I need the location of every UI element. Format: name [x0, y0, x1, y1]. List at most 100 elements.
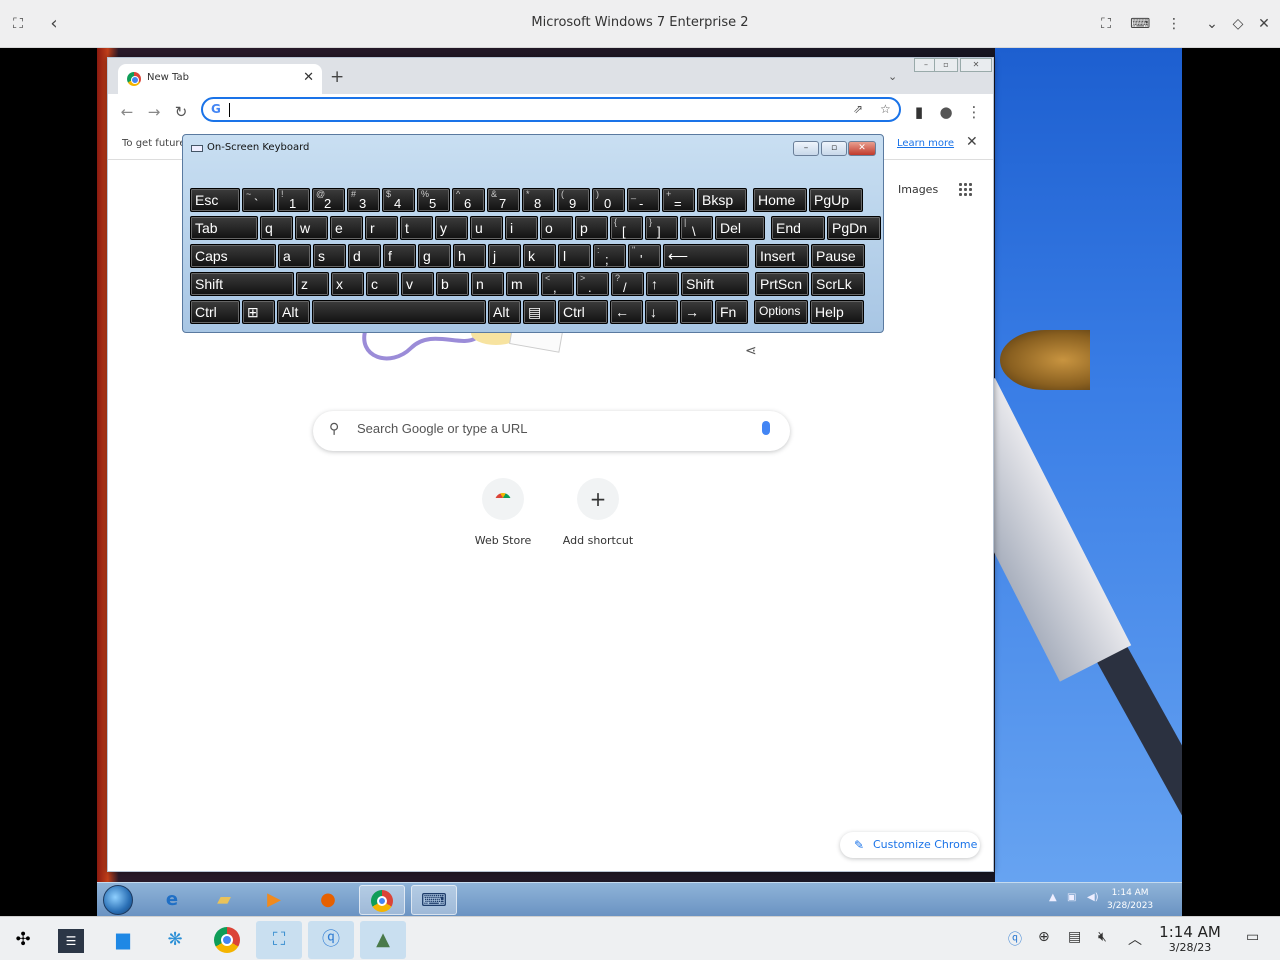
osk-key-x[interactable]: x — [331, 272, 364, 296]
osk-key-sym2-11[interactable]: " ' — [628, 244, 661, 268]
osk-minimize-button[interactable]: – — [793, 141, 819, 156]
ie-icon[interactable]: e — [149, 885, 195, 915]
firefox-icon[interactable]: ● — [305, 885, 351, 915]
osk-key-esc[interactable]: Esc — [190, 188, 240, 212]
osk-key-s[interactable]: s — [313, 244, 346, 268]
osk-key-ctrl[interactable]: Ctrl — [190, 300, 240, 324]
network-icon[interactable]: ▣ — [1067, 892, 1076, 903]
chrome-maximize-button[interactable]: ▫ — [934, 58, 958, 72]
fullscreen-icon[interactable]: ⛶ — [1096, 14, 1116, 34]
osk-key-i[interactable]: i — [505, 216, 538, 240]
host-clock[interactable]: 1:14 AM 3/28/23 — [1150, 923, 1230, 954]
forward-arrow-icon[interactable]: → — [144, 102, 164, 122]
osk-key-sym1-12[interactable]: }] — [645, 216, 678, 240]
osk-key-sym4-1[interactable]: ⊞ — [242, 300, 275, 324]
osk-key-shift[interactable]: Shift — [190, 272, 294, 296]
osk-key-9[interactable]: (9 — [557, 188, 590, 212]
more-vert-icon[interactable]: ⋮ — [1164, 14, 1184, 34]
osk-key-k[interactable]: k — [523, 244, 556, 268]
qbittorrent-icon[interactable]: ⓠ — [308, 921, 354, 959]
osk-key-m[interactable]: m — [506, 272, 539, 296]
osk-key-v[interactable]: v — [401, 272, 434, 296]
osk-key-y[interactable]: y — [435, 216, 468, 240]
osk-key-space[interactable] — [312, 300, 486, 324]
address-bar[interactable]: G ⇗ ☆ — [201, 97, 901, 122]
osk-key-b[interactable]: b — [436, 272, 469, 296]
shortcut-add[interactable]: + Add shortcut — [548, 478, 648, 547]
osk-key-p[interactable]: p — [575, 216, 608, 240]
osk-key-sym1-11[interactable]: {[ — [610, 216, 643, 240]
shortcut-web-store[interactable]: Web Store — [453, 478, 553, 547]
osk-key-5[interactable]: % 5 — [417, 188, 450, 212]
osk-key-e[interactable]: e — [330, 216, 363, 240]
reload-icon[interactable]: ↻ — [171, 102, 191, 122]
osk-key-f[interactable]: f — [383, 244, 416, 268]
profile-avatar-icon[interactable]: ● — [936, 102, 956, 122]
osk-key-n[interactable]: n — [471, 272, 504, 296]
image-viewer-icon[interactable]: ▲ — [360, 921, 406, 959]
osk-key-sym0-1[interactable]: ~ ` — [242, 188, 275, 212]
osk-key-pgup[interactable]: PgUp — [809, 188, 863, 212]
osk-key-1[interactable]: ! 1 — [277, 188, 310, 212]
osk-key-pause[interactable]: Pause — [811, 244, 865, 268]
osk-key-sym3-9[interactable]: >. — [576, 272, 609, 296]
doodle-share-icon[interactable]: ⋖ — [745, 343, 757, 359]
restore-diamond-icon[interactable]: ◇ — [1228, 14, 1248, 34]
osk-key-prtscn[interactable]: PrtScn — [755, 272, 809, 296]
show-hidden-icons-icon[interactable]: ▲ — [1049, 892, 1057, 903]
osk-key-end[interactable]: End — [771, 216, 825, 240]
osk-key-ctrl[interactable]: Ctrl — [558, 300, 608, 324]
qbittorrent-tray-icon[interactable]: ⓠ — [1008, 929, 1022, 949]
chrome-menu-icon[interactable]: ⋮ — [964, 102, 984, 122]
osk-key-bksp[interactable]: Bksp — [697, 188, 747, 212]
osk-maximize-button[interactable]: ▫ — [821, 141, 847, 156]
google-apps-icon[interactable] — [958, 182, 972, 196]
win7-clock[interactable]: 1:14 AM 3/28/2023 — [1107, 887, 1153, 913]
customize-chrome-button[interactable]: ✎ Customize Chrome — [840, 832, 980, 858]
ntp-search-box[interactable]: ⚲ — [313, 411, 790, 451]
osk-key-7[interactable]: & 7 — [487, 188, 520, 212]
osk-key-c[interactable]: c — [366, 272, 399, 296]
osk-key-home[interactable]: Home — [753, 188, 807, 212]
osk-key-alt[interactable]: Alt — [277, 300, 310, 324]
osk-key-d[interactable]: d — [348, 244, 381, 268]
side-panel-icon[interactable]: ▮ — [909, 102, 929, 122]
system-settings-icon[interactable]: ☰ — [48, 921, 94, 959]
clipboard-tray-icon[interactable]: ▤ — [1068, 929, 1081, 945]
volume-icon[interactable]: ◀) — [1087, 892, 1099, 903]
minimize-chevron-icon[interactable]: ⌄ — [1202, 14, 1222, 34]
osk-key-help[interactable]: Help — [810, 300, 864, 324]
osk-key-j[interactable]: j — [488, 244, 521, 268]
osk-key-8[interactable]: * 8 — [522, 188, 555, 212]
win7-start-button[interactable] — [103, 885, 133, 915]
osk-key-sym0-13[interactable]: + = — [662, 188, 695, 212]
launcher-icon[interactable]: ✣ — [0, 921, 46, 959]
osk-key-6[interactable]: ^ 6 — [452, 188, 485, 212]
tray-expand-icon[interactable]: ︿ — [1128, 929, 1142, 949]
learn-more-link[interactable]: Learn more — [897, 138, 954, 149]
osk-key-shift[interactable]: Shift — [681, 272, 749, 296]
show-desktop-icon[interactable]: ▭ — [1246, 929, 1259, 945]
chrome-taskbar-icon[interactable] — [359, 885, 405, 915]
app-store-icon[interactable]: ▆ — [100, 921, 146, 959]
osk-key-sym2-12[interactable]: ⟵ — [663, 244, 749, 268]
osk-key-insert[interactable]: Insert — [755, 244, 809, 268]
keyboard-icon[interactable]: ⌨ — [1130, 14, 1150, 34]
explorer-folder-icon[interactable]: ▰ — [201, 885, 247, 915]
osk-key-t[interactable]: t — [400, 216, 433, 240]
osk-key-alt[interactable]: Alt — [488, 300, 521, 324]
osk-key-sym1-13[interactable]: | \ — [680, 216, 713, 240]
osk-key-h[interactable]: h — [453, 244, 486, 268]
osk-key-o[interactable]: o — [540, 216, 573, 240]
osk-key-r[interactable]: r — [365, 216, 398, 240]
ntp-search-input[interactable] — [357, 421, 737, 436]
osk-key-q[interactable]: q — [260, 216, 293, 240]
osk-key-3[interactable]: #3 — [347, 188, 380, 212]
osk-key-pgdn[interactable]: PgDn — [827, 216, 881, 240]
media-player-icon[interactable]: ▶ — [251, 885, 297, 915]
info-bar-close-icon[interactable]: ✕ — [966, 134, 978, 150]
osk-key-sym4-8[interactable]: ↓ — [645, 300, 678, 324]
osk-key-scrlk[interactable]: ScrLk — [811, 272, 865, 296]
remote-viewer-icon[interactable]: ⛶ — [256, 921, 302, 959]
osk-key-del[interactable]: Del — [715, 216, 765, 240]
